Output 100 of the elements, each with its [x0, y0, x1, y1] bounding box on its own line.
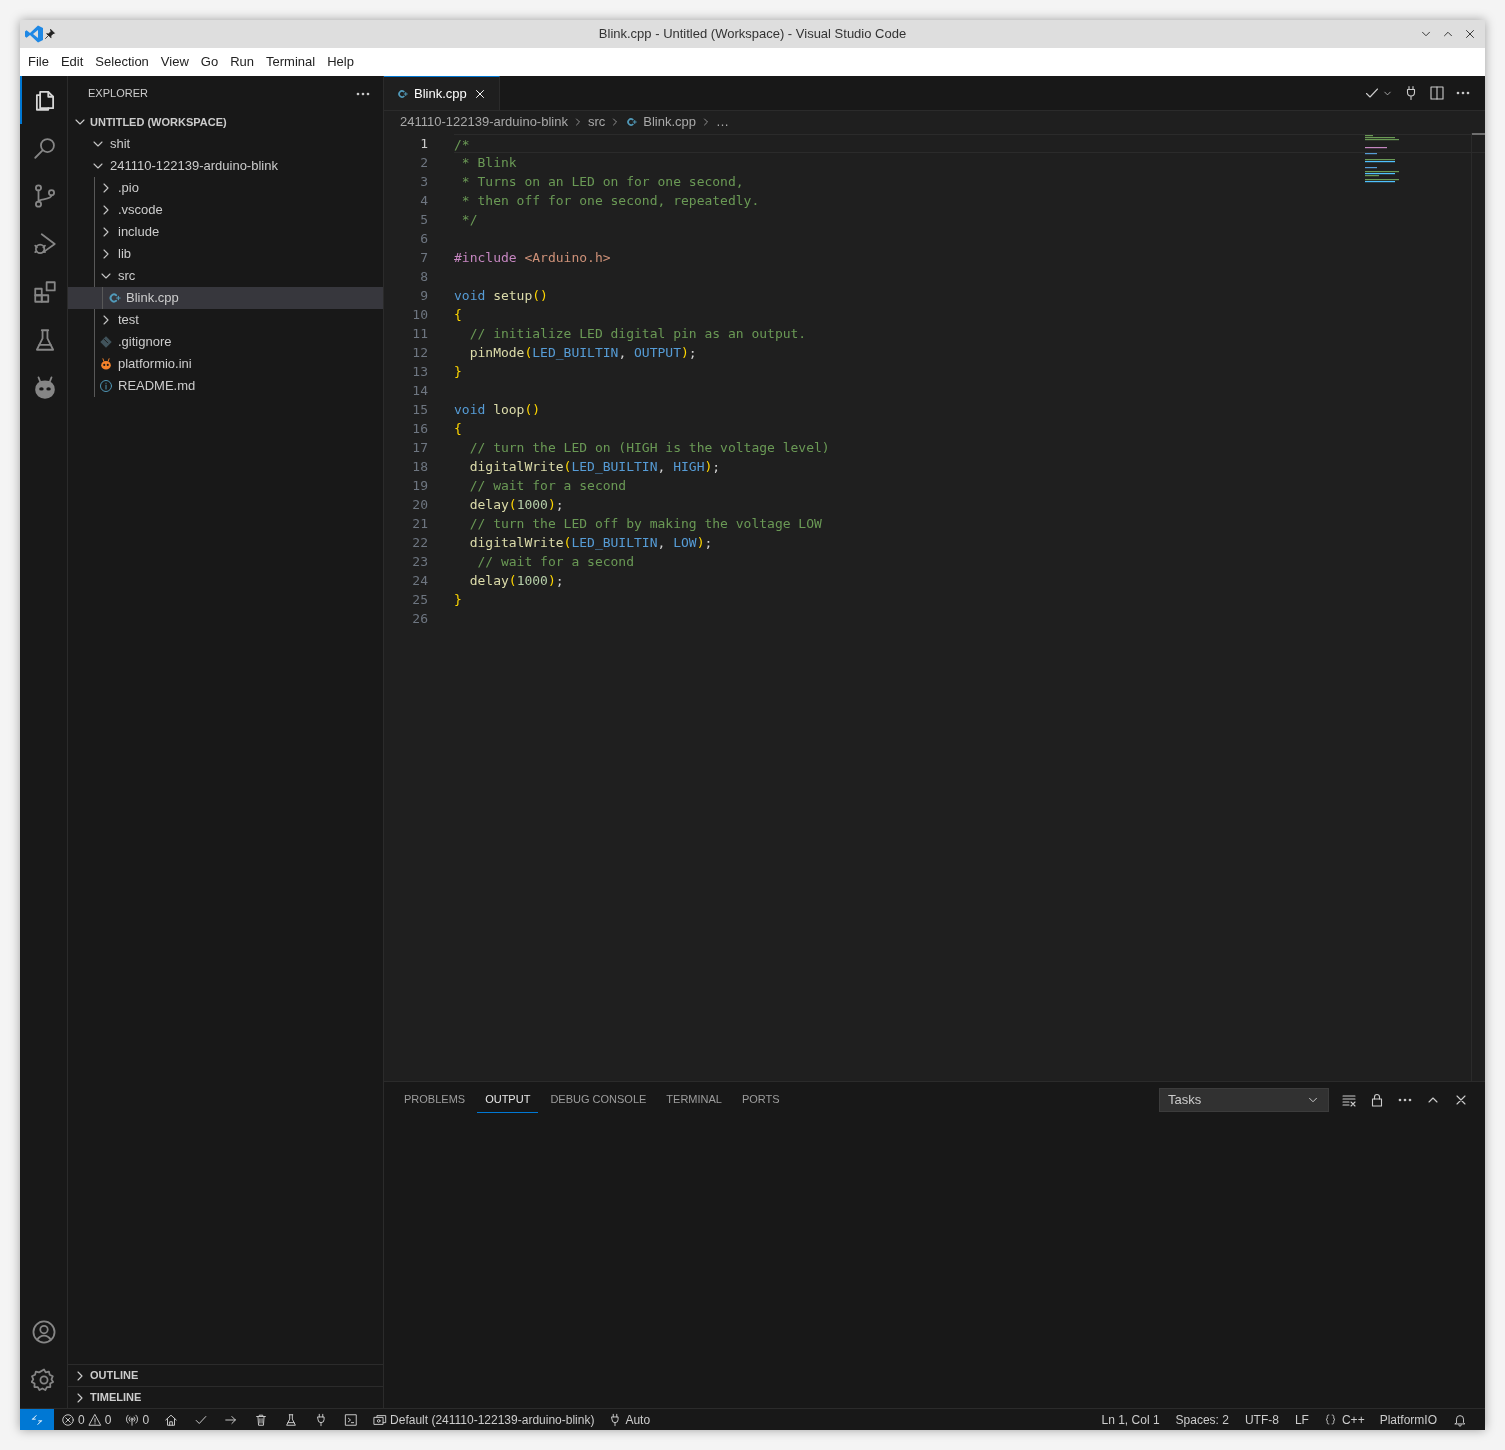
code-line: // initialize LED digital pin as an output.	[468, 325, 808, 343]
line-number: 24	[411, 572, 428, 590]
diamond-icon	[99, 335, 113, 349]
code-line: * Turns on an LED on for one second,	[460, 173, 745, 191]
menu-item[interactable]: Edit	[54, 52, 90, 72]
line-number: 3	[419, 173, 428, 191]
menu-item[interactable]: File	[22, 52, 55, 72]
info-icon	[99, 379, 113, 393]
account-icon[interactable]	[30, 1319, 57, 1345]
menu-item[interactable]: Selection	[89, 52, 155, 72]
code-line: }	[454, 591, 463, 609]
breadcrumb-item[interactable]: 241110-122139-arduino-blink	[400, 112, 568, 132]
extensions-icon[interactable]	[31, 279, 58, 305]
tree-item[interactable]: README.md	[68, 375, 383, 397]
pin-icon[interactable]	[44, 28, 56, 40]
language-status[interactable]: C++	[1316, 1409, 1372, 1430]
settings-icon[interactable]	[30, 1367, 57, 1393]
tree-item[interactable]: 241110-122139-arduino-blink	[68, 155, 383, 177]
line-number: 14	[411, 382, 428, 400]
tree-item[interactable]: test	[68, 309, 383, 331]
code-line: /*	[454, 134, 1485, 153]
tree-item[interactable]: platformio.ini	[68, 353, 383, 375]
tree-item[interactable]: .gitignore	[68, 331, 383, 353]
search-icon[interactable]	[31, 135, 58, 161]
tree-item[interactable]: lib	[68, 243, 383, 265]
cpp-file-icon	[396, 87, 408, 100]
line-number: 23	[411, 553, 428, 571]
line-number: 1	[419, 135, 428, 153]
panel-tab[interactable]: TERMINAL	[658, 1087, 730, 1113]
error-icon	[61, 1412, 75, 1427]
code-line: pinMode(LED_BUILTIN, OUTPUT);	[468, 344, 698, 362]
auto-status[interactable]: Auto	[601, 1409, 658, 1430]
line-number: 17	[411, 439, 428, 457]
line-number: 16	[411, 420, 428, 438]
environment-status[interactable]: Default (241110-122139-arduino-blink)	[366, 1409, 602, 1430]
menu-item[interactable]: View	[154, 52, 195, 72]
line-number: 19	[411, 477, 428, 495]
line-number: 25	[411, 591, 428, 609]
terminal-icon[interactable]	[344, 1412, 359, 1427]
tasks-dropdown[interactable]: Tasks	[1159, 1088, 1329, 1112]
status-item[interactable]: Spaces: 2	[1167, 1409, 1237, 1430]
code-line: {	[454, 306, 463, 324]
home-icon[interactable]	[164, 1412, 179, 1427]
scrollbar[interactable]	[1471, 133, 1485, 1081]
folder-icon	[373, 1412, 388, 1427]
panel-tab[interactable]: PORTS	[733, 1087, 788, 1113]
menu-item[interactable]: Run	[224, 52, 260, 72]
trash-icon[interactable]	[254, 1412, 269, 1427]
line-number: 10	[411, 306, 428, 324]
menu-item[interactable]: Help	[321, 52, 360, 72]
menu-item[interactable]: Terminal	[260, 52, 322, 72]
tree-item[interactable]: shit	[68, 133, 383, 155]
clear-output-icon[interactable]	[1341, 1092, 1357, 1108]
cpp-file-icon	[625, 116, 638, 128]
line-number: 11	[411, 325, 428, 343]
line-number: 12	[411, 344, 428, 362]
problems-status[interactable]: 0 0	[54, 1409, 119, 1430]
split-editor-icon[interactable]	[1429, 85, 1445, 101]
breadcrumb-item[interactable]: …	[716, 112, 729, 132]
editor-tab[interactable]: Blink.cpp	[384, 76, 500, 110]
status-item[interactable]: UTF-8	[1236, 1409, 1287, 1430]
section-header[interactable]: OUTLINE	[68, 1364, 383, 1386]
panel-tab[interactable]: DEBUG CONSOLE	[542, 1087, 655, 1113]
flask-icon[interactable]	[284, 1412, 299, 1427]
tree-item[interactable]: include	[68, 221, 383, 243]
line-number: 13	[411, 363, 428, 381]
bell-icon[interactable]	[1453, 1412, 1467, 1427]
tree-item[interactable]: .vscode	[68, 199, 383, 221]
menu-item[interactable]: Go	[194, 52, 225, 72]
tree-item[interactable]: src	[68, 265, 383, 287]
line-number: 26	[411, 610, 428, 628]
tree-item[interactable]: Blink.cpp	[68, 287, 383, 309]
breadcrumb-item[interactable]: Blink.cpp	[625, 112, 696, 132]
line-number: 9	[419, 287, 428, 305]
code-line: {	[454, 420, 463, 438]
window-title: Blink.cpp - Untitled (Workspace) - Visual Studio Code	[598, 25, 907, 44]
run-debug-icon[interactable]	[31, 231, 58, 257]
lock-icon[interactable]	[1369, 1092, 1385, 1108]
code-line: // wait for a second	[476, 553, 635, 571]
code-line: void setup()	[454, 287, 549, 305]
panel-tab[interactable]: PROBLEMS	[396, 1087, 474, 1113]
panel-tab[interactable]: OUTPUT	[477, 1087, 539, 1113]
status-item[interactable]: Ln 1, Col 1	[1093, 1409, 1168, 1430]
status-item[interactable]: PlatformIO	[1371, 1409, 1445, 1430]
code-line: delay(1000);	[468, 496, 565, 514]
workspace-header[interactable]: UNTITLED (WORKSPACE)	[68, 111, 383, 133]
close-button[interactable]	[1463, 27, 1477, 41]
sidebar-title: EXPLORER	[88, 86, 148, 102]
code-line: */	[460, 211, 479, 229]
ports-status[interactable]: 0	[118, 1409, 157, 1430]
breadcrumb-item[interactable]: src	[587, 112, 606, 132]
code-line: digitalWrite(LED_BUILTIN, LOW);	[468, 534, 714, 552]
line-number: 18	[411, 458, 428, 476]
cpp-file-icon	[107, 291, 121, 305]
warning-icon	[87, 1412, 102, 1427]
status-item[interactable]: LF	[1286, 1409, 1317, 1430]
tab-label: Blink.cpp	[414, 84, 467, 103]
code-line: * Blink	[460, 154, 518, 172]
tree-item[interactable]: .pio	[68, 177, 383, 199]
braces-icon	[1323, 1413, 1337, 1426]
